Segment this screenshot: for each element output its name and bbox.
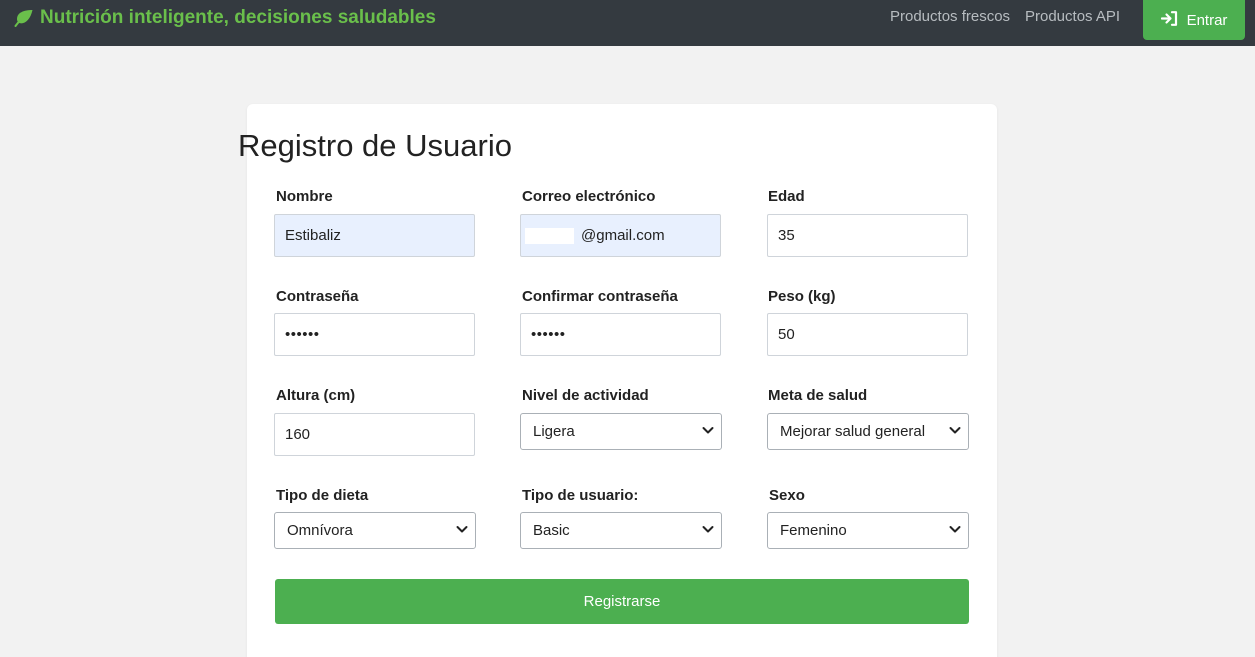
peso-input[interactable]: 50: [767, 313, 968, 356]
dieta-value: Omnívora: [287, 522, 353, 539]
nombre-input[interactable]: Estibaliz: [274, 214, 475, 257]
navbar: Nutrición inteligente, decisiones saluda…: [0, 0, 1255, 46]
contrasena-input[interactable]: ••••••: [274, 313, 475, 356]
meta-select[interactable]: Mejorar salud general: [767, 413, 969, 450]
chevron-down-icon: [702, 427, 714, 434]
sexo-value: Femenino: [780, 522, 847, 539]
edad-label: Edad: [768, 188, 805, 205]
login-button[interactable]: Entrar: [1143, 0, 1245, 40]
sign-in-icon: [1160, 10, 1178, 30]
confirmar-input[interactable]: ••••••: [520, 313, 721, 356]
correo-input[interactable]: @gmail.com: [520, 214, 721, 257]
register-button[interactable]: Registrarse: [275, 579, 969, 624]
meta-value: Mejorar salud general: [780, 423, 926, 440]
chevron-down-icon: [949, 526, 961, 533]
peso-value: 50: [778, 326, 795, 343]
redaction-mask: [525, 227, 574, 244]
register-button-label: Registrarse: [583, 593, 661, 610]
meta-label: Meta de salud: [768, 387, 868, 404]
altura-value: 160: [285, 426, 311, 443]
chevron-down-icon: [456, 526, 468, 533]
page-title: Registro de Usuario: [238, 128, 512, 163]
leaf-icon: [14, 9, 34, 27]
altura-label: Altura (cm): [276, 387, 356, 404]
confirmar-value: ••••••: [531, 326, 566, 343]
sexo-select[interactable]: Femenino: [767, 512, 969, 549]
dieta-label: Tipo de dieta: [276, 487, 369, 504]
edad-value: 35: [778, 227, 795, 244]
nombre-label: Nombre: [276, 188, 333, 205]
brand-text: Nutrición inteligente, decisiones saluda…: [40, 7, 436, 28]
contrasena-label: Contraseña: [276, 288, 359, 305]
nav-link-productos-api[interactable]: Productos API: [1025, 8, 1120, 25]
registration-card: [247, 104, 997, 657]
tipo-usuario-select[interactable]: Basic: [520, 512, 722, 549]
altura-input[interactable]: 160: [274, 413, 475, 456]
tipo-usuario-label: Tipo de usuario:: [522, 487, 639, 504]
tipo-usuario-value: Basic: [533, 522, 570, 539]
confirmar-label: Confirmar contraseña: [522, 288, 678, 305]
edad-input[interactable]: 35: [767, 214, 968, 257]
correo-label: Correo electrónico: [522, 188, 656, 205]
nombre-value: Estibaliz: [285, 227, 341, 244]
peso-label: Peso (kg): [768, 288, 836, 305]
actividad-value: Ligera: [533, 423, 575, 440]
login-label: Entrar: [1186, 11, 1228, 29]
nav-link-productos-frescos[interactable]: Productos frescos: [890, 8, 1010, 25]
actividad-select[interactable]: Ligera: [520, 413, 722, 450]
contrasena-value: ••••••: [285, 326, 320, 343]
chevron-down-icon: [702, 526, 714, 533]
actividad-label: Nivel de actividad: [522, 387, 649, 404]
chevron-down-icon: [949, 427, 961, 434]
brand[interactable]: Nutrición inteligente, decisiones saluda…: [14, 6, 436, 30]
sexo-label: Sexo: [769, 487, 805, 504]
dieta-select[interactable]: Omnívora: [274, 512, 476, 549]
correo-value: @gmail.com: [581, 227, 665, 244]
